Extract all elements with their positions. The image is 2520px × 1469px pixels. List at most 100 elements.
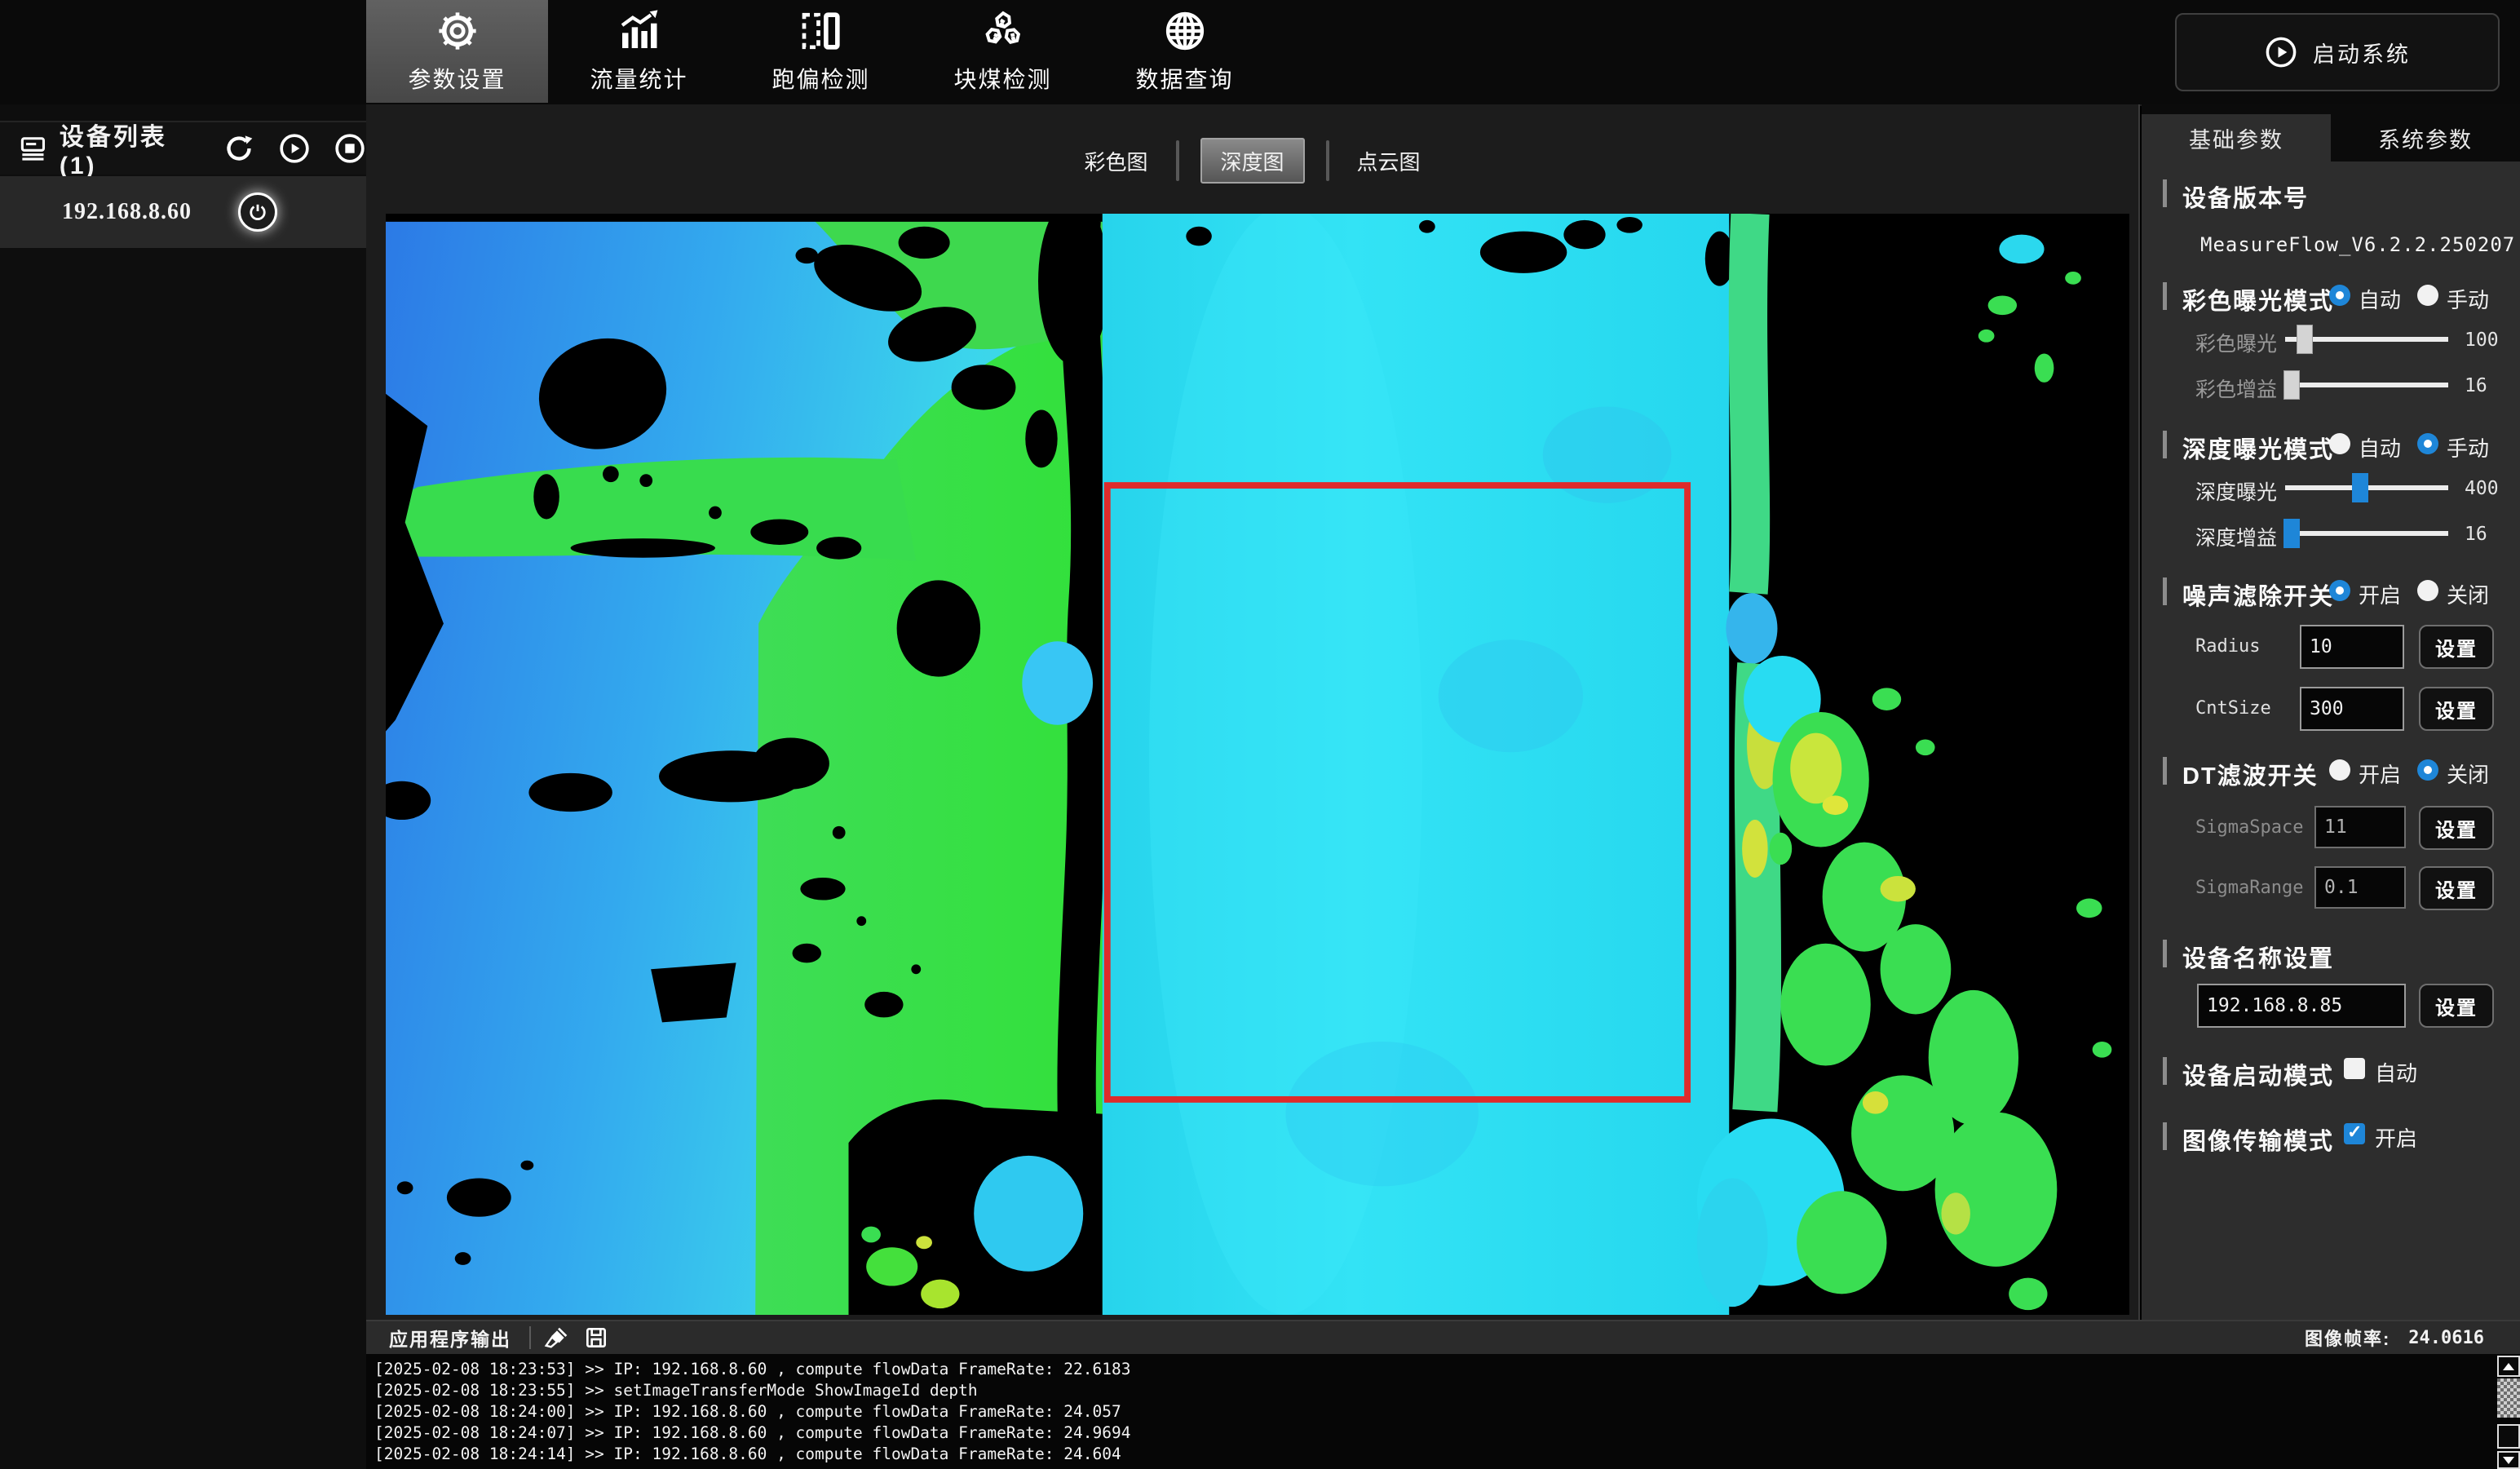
- depth-map-viewport[interactable]: [386, 214, 2129, 1315]
- tab-depth-map[interactable]: 深度图: [1200, 138, 1305, 184]
- device-name-section: 设备名称设置: [2142, 938, 2520, 971]
- tab-label: 块煤检测: [953, 62, 1051, 95]
- depth-exposure-auto-radio[interactable]: [2329, 433, 2350, 454]
- depth-exposure-slider[interactable]: [2285, 485, 2448, 490]
- scroll-down-button[interactable]: [2497, 1451, 2520, 1469]
- gear-icon: [435, 8, 480, 54]
- color-exposure-label: 彩色曝光: [2195, 328, 2277, 357]
- framerate-value: 24.0616: [2408, 1328, 2484, 1348]
- refresh-icon[interactable]: [223, 132, 255, 165]
- tab-parameter-settings[interactable]: 参数设置: [366, 0, 548, 103]
- power-button[interactable]: [238, 192, 277, 232]
- deviation-icon: [798, 8, 844, 54]
- log-line: [2025-02-08 18:23:53] >> IP: 192.168.8.6…: [374, 1359, 2478, 1380]
- tab-system-params[interactable]: 系统参数: [2331, 114, 2520, 162]
- slider-handle[interactable]: [2283, 370, 2300, 400]
- dt-filter-on-radio[interactable]: [2329, 759, 2350, 781]
- log-list: [2025-02-08 18:23:53] >> IP: 192.168.8.6…: [366, 1354, 2478, 1469]
- tab-flow-statistics[interactable]: 流量统计: [548, 0, 730, 103]
- tab-coal-detection[interactable]: 块煤检测: [912, 0, 1094, 103]
- depth-exposure-mode-label: 深度曝光模式: [2182, 431, 2334, 465]
- dt-filter-off-radio[interactable]: [2417, 759, 2438, 781]
- device-ip: 192.168.8.60: [62, 199, 192, 225]
- radius-set-button[interactable]: 设置: [2419, 625, 2494, 669]
- noise-filter-off-radio[interactable]: [2417, 580, 2438, 601]
- cntsize-set-button[interactable]: 设置: [2419, 687, 2494, 731]
- viewer-panel: 彩色图 深度图 点云图: [366, 104, 2140, 1322]
- dt-filter-on-label: 开启: [2359, 759, 2401, 789]
- color-exposure-auto-label: 自动: [2359, 284, 2401, 314]
- play-circle-icon: [2264, 35, 2298, 69]
- depth-cyan-belt: [1103, 214, 1734, 1315]
- noise-filter-on-label: 开启: [2359, 579, 2401, 609]
- color-gain-row: 彩色增益 16: [2142, 369, 2520, 401]
- depth-exposure-manual-radio[interactable]: [2417, 433, 2438, 454]
- device-name-label: 设备名称设置: [2182, 940, 2334, 974]
- color-exposure-slider[interactable]: [2285, 337, 2448, 342]
- color-exposure-value: 100: [2465, 330, 2499, 351]
- sigma-range-label: SigmaRange: [2195, 878, 2303, 898]
- start-system-button[interactable]: 启动系统: [2175, 13, 2500, 91]
- transfer-mode-checkbox[interactable]: [2344, 1123, 2365, 1144]
- slider-handle[interactable]: [2283, 519, 2300, 548]
- parameter-panel: 基础参数 系统参数 设备版本号 MeasureFlow_V6.2.2.25020…: [2142, 104, 2520, 1322]
- start-mode-checkbox[interactable]: [2344, 1058, 2365, 1079]
- log-line: [2025-02-08 18:23:55] >> setImageTransfe…: [374, 1380, 2478, 1401]
- output-console: 应用程序输出 图像帧率: 24.0616 [2025-02-08 18:23:5…: [366, 1320, 2520, 1469]
- tab-point-cloud[interactable]: 点云图: [1351, 146, 1427, 176]
- device-name-input[interactable]: [2197, 984, 2406, 1028]
- sigma-space-input[interactable]: [2314, 806, 2406, 848]
- tab-label: 数据查询: [1135, 62, 1233, 95]
- device-list-item[interactable]: 192.168.8.60: [0, 176, 366, 248]
- device-version-section: 设备版本号: [2142, 178, 2520, 210]
- start-mode-label: 设备启动模式: [2182, 1057, 2334, 1091]
- tab-basic-params[interactable]: 基础参数: [2142, 114, 2331, 162]
- scroll-up-button[interactable]: [2497, 1356, 2520, 1377]
- sigma-space-set-button[interactable]: 设置: [2419, 806, 2494, 850]
- section-accent: [2163, 757, 2167, 785]
- scrollbar-track-block: [2497, 1424, 2520, 1449]
- section-accent: [2163, 179, 2167, 207]
- noise-filter-section: 噪声滤除开关 开启 关闭: [2142, 576, 2520, 608]
- scrollbar-thumb[interactable]: [2497, 1378, 2520, 1418]
- cntsize-row: CntSize 设置: [2142, 687, 2520, 732]
- transfer-mode-option-label: 开启: [2375, 1122, 2417, 1153]
- noise-filter-on-radio[interactable]: [2329, 580, 2350, 601]
- section-accent: [2163, 1122, 2167, 1150]
- slider-handle[interactable]: [2352, 473, 2368, 502]
- tab-deviation-detection[interactable]: 跑偏检测: [730, 0, 912, 103]
- stop-all-icon[interactable]: [334, 132, 366, 165]
- color-exposure-row: 彩色曝光 100: [2142, 323, 2520, 356]
- start-system-label: 启动系统: [2313, 37, 2411, 69]
- color-exposure-auto-radio[interactable]: [2329, 285, 2350, 306]
- color-gain-slider[interactable]: [2285, 383, 2448, 387]
- device-sidebar: 设备列表(1) 192.168.8.60: [0, 104, 366, 1469]
- console-title: 应用程序输出: [389, 1324, 511, 1352]
- tab-data-query[interactable]: 数据查询: [1094, 0, 1275, 103]
- sigma-range-row: SigmaRange 设置: [2142, 866, 2520, 912]
- color-exposure-manual-radio[interactable]: [2417, 285, 2438, 306]
- radius-input[interactable]: [2300, 625, 2404, 669]
- clear-log-icon[interactable]: [544, 1325, 570, 1351]
- depth-gain-slider[interactable]: [2285, 531, 2448, 536]
- depth-right-region: [1697, 214, 2129, 1315]
- cntsize-input[interactable]: [2300, 687, 2404, 731]
- section-accent: [2163, 431, 2167, 458]
- slider-handle[interactable]: [2297, 325, 2313, 354]
- depth-gain-row: 深度增益 16: [2142, 517, 2520, 550]
- depth-left-region: [386, 214, 1103, 1315]
- play-all-icon[interactable]: [278, 132, 311, 165]
- framerate-label: 图像帧率:: [2305, 1325, 2390, 1351]
- transfer-mode-label: 图像传输模式: [2182, 1122, 2334, 1157]
- device-version-label: 设备版本号: [2182, 179, 2309, 214]
- sigma-range-input[interactable]: [2314, 866, 2406, 909]
- log-line: [2025-02-08 18:24:00] >> IP: 192.168.8.6…: [374, 1401, 2478, 1423]
- arrow-down-icon: [2503, 1457, 2514, 1464]
- tab-color-map[interactable]: 彩色图: [1077, 146, 1154, 176]
- device-name-set-button[interactable]: 设置: [2419, 984, 2494, 1028]
- arrow-up-icon: [2503, 1363, 2514, 1370]
- save-log-icon[interactable]: [583, 1325, 609, 1351]
- log-scrollbar[interactable]: [2497, 1356, 2520, 1469]
- sigma-range-set-button[interactable]: 设置: [2419, 866, 2494, 910]
- start-mode-section: 设备启动模式 自动: [2142, 1055, 2520, 1088]
